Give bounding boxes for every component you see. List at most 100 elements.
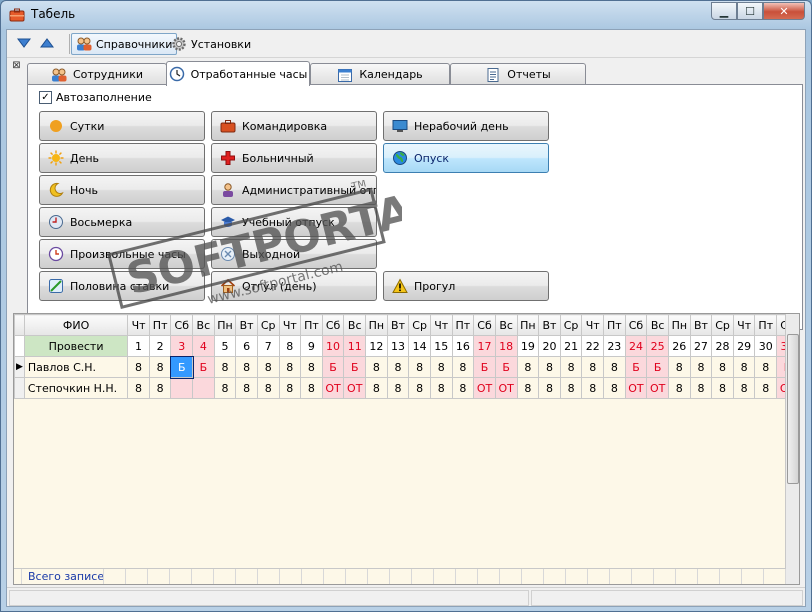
weekday-header[interactable]: Пт bbox=[603, 314, 626, 336]
weekday-header[interactable]: Ср bbox=[256, 314, 280, 336]
hours-cell[interactable]: 8 bbox=[408, 377, 431, 399]
weekday-header[interactable]: Пн bbox=[213, 314, 237, 336]
hours-cell[interactable]: 8 bbox=[235, 356, 258, 378]
weekday-header[interactable]: Сб bbox=[473, 314, 496, 336]
weekday-header[interactable]: Вс bbox=[494, 314, 518, 336]
day-type-sutki-button[interactable]: Сутки bbox=[39, 111, 205, 141]
weekday-header[interactable]: Пт bbox=[451, 314, 475, 336]
hours-cell[interactable]: 8 bbox=[603, 356, 626, 378]
hours-cell[interactable]: 8 bbox=[256, 377, 280, 399]
day-number[interactable]: 25 bbox=[646, 335, 669, 357]
weekday-header[interactable]: Вт bbox=[386, 314, 410, 336]
hours-cell[interactable]: 8 bbox=[235, 377, 258, 399]
day-type-opusk-button[interactable]: Опуск bbox=[383, 143, 549, 173]
hours-cell[interactable]: 8 bbox=[127, 356, 150, 378]
weekday-header[interactable]: Вс bbox=[343, 314, 367, 336]
day-type-polovina-button[interactable]: Половина ставки bbox=[39, 271, 205, 301]
hours-cell[interactable]: ОТ bbox=[343, 377, 367, 399]
weekday-header[interactable]: Вс bbox=[646, 314, 669, 336]
day-number[interactable]: 28 bbox=[711, 335, 734, 357]
arrow-down-icon[interactable] bbox=[17, 38, 31, 48]
weekday-header[interactable]: Сб bbox=[624, 314, 648, 336]
day-number[interactable]: 16 bbox=[451, 335, 475, 357]
hours-cell[interactable]: 8 bbox=[667, 356, 691, 378]
hours-cell[interactable]: 8 bbox=[559, 377, 583, 399]
autofill-checkbox[interactable]: ✓ bbox=[39, 91, 52, 104]
weekday-header[interactable]: Пн bbox=[365, 314, 388, 336]
day-type-vosmerka-button[interactable]: Восьмерка bbox=[39, 207, 205, 237]
day-number[interactable]: 2 bbox=[148, 335, 172, 357]
weekday-header[interactable]: Пт bbox=[754, 314, 778, 336]
tab-employees[interactable]: Сотрудники bbox=[27, 63, 167, 85]
hours-cell[interactable]: 8 bbox=[256, 356, 280, 378]
hours-cell[interactable]: Б bbox=[192, 356, 215, 378]
day-number[interactable]: 15 bbox=[429, 335, 453, 357]
day-number[interactable]: 18 bbox=[494, 335, 518, 357]
day-number[interactable]: 1 bbox=[127, 335, 150, 357]
maximize-button[interactable]: ☐ bbox=[737, 2, 763, 20]
weekday-header[interactable]: Чт bbox=[127, 314, 150, 336]
day-number[interactable]: 8 bbox=[278, 335, 302, 357]
hours-cell[interactable]: 8 bbox=[451, 377, 475, 399]
tab-calendar[interactable]: Календарь bbox=[310, 63, 450, 85]
hours-cell[interactable]: 8 bbox=[278, 377, 302, 399]
hours-cell[interactable]: 8 bbox=[732, 377, 756, 399]
day-number[interactable]: 19 bbox=[516, 335, 540, 357]
hours-cell[interactable]: 8 bbox=[603, 377, 626, 399]
table-row[interactable]: ▶ Павлов С.Н. 8 8 Б Б 8 8 8 8 8 Б Б 8 8 8 8 8 Б Б 8 8 8 8 8 Б Б 8 8 8… bbox=[14, 355, 799, 379]
day-type-den-button[interactable]: День bbox=[39, 143, 205, 173]
hours-cell[interactable]: 8 bbox=[711, 356, 734, 378]
weekday-header[interactable]: Чт bbox=[581, 314, 604, 336]
weekday-header[interactable]: Чт bbox=[732, 314, 756, 336]
scroll-thumb[interactable] bbox=[787, 334, 799, 484]
day-number[interactable]: 30 bbox=[754, 335, 778, 357]
weekday-header[interactable]: Ср bbox=[711, 314, 734, 336]
settings-button[interactable]: Установки bbox=[167, 33, 255, 55]
day-number[interactable]: 12 bbox=[365, 335, 388, 357]
hours-cell[interactable]: 8 bbox=[148, 356, 172, 378]
hours-cell[interactable]: 8 bbox=[667, 377, 691, 399]
directories-button[interactable]: Справочники bbox=[71, 33, 178, 55]
weekday-header[interactable]: Вт bbox=[235, 314, 258, 336]
hours-cell[interactable]: Б bbox=[321, 356, 345, 378]
day-number[interactable]: 11 bbox=[343, 335, 367, 357]
hours-cell[interactable]: 8 bbox=[559, 356, 583, 378]
hours-cell[interactable]: 8 bbox=[300, 356, 323, 378]
day-type-otgul-button[interactable]: Отгул (день) bbox=[211, 271, 377, 301]
minimize-button[interactable]: ▁ bbox=[711, 2, 737, 20]
hours-cell[interactable]: ОТ bbox=[473, 377, 496, 399]
hours-cell[interactable]: ОТ bbox=[646, 377, 669, 399]
weekday-header[interactable]: Чт bbox=[278, 314, 302, 336]
hours-cell[interactable]: Б bbox=[646, 356, 669, 378]
hours-cell[interactable]: 8 bbox=[213, 377, 237, 399]
day-number[interactable]: 7 bbox=[256, 335, 280, 357]
hours-cell[interactable]: 8 bbox=[365, 356, 388, 378]
hours-cell[interactable]: ОТ bbox=[321, 377, 345, 399]
hours-cell[interactable]: 8 bbox=[365, 377, 388, 399]
fio-header[interactable]: ФИО bbox=[23, 314, 129, 336]
arrow-up-icon[interactable] bbox=[40, 38, 54, 48]
day-number[interactable]: 14 bbox=[408, 335, 431, 357]
hours-cell[interactable] bbox=[170, 377, 194, 399]
provesti-button[interactable]: Провести bbox=[23, 335, 129, 357]
hours-cell[interactable]: 8 bbox=[581, 356, 604, 378]
day-type-progul-button[interactable]: Прогул bbox=[383, 271, 549, 301]
weekday-header[interactable]: Ср bbox=[559, 314, 583, 336]
hours-cell[interactable]: Б bbox=[494, 356, 518, 378]
day-number[interactable]: 26 bbox=[667, 335, 691, 357]
day-number[interactable]: 5 bbox=[213, 335, 237, 357]
day-type-proizvol-button[interactable]: Произвольные часы bbox=[39, 239, 205, 269]
hours-cell[interactable]: 8 bbox=[754, 377, 778, 399]
day-type-nerab-button[interactable]: Нерабочий день bbox=[383, 111, 549, 141]
day-number[interactable]: 13 bbox=[386, 335, 410, 357]
day-number[interactable]: 9 bbox=[300, 335, 323, 357]
weekday-header[interactable]: Пт bbox=[148, 314, 172, 336]
weekday-header[interactable]: Вт bbox=[538, 314, 561, 336]
day-number[interactable]: 27 bbox=[689, 335, 713, 357]
hours-cell[interactable]: 8 bbox=[516, 356, 540, 378]
hours-cell[interactable]: 8 bbox=[581, 377, 604, 399]
hours-cell[interactable]: 8 bbox=[386, 377, 410, 399]
day-number[interactable]: 10 bbox=[321, 335, 345, 357]
hours-cell[interactable]: 8 bbox=[754, 356, 778, 378]
hours-cell[interactable]: Б bbox=[624, 356, 648, 378]
